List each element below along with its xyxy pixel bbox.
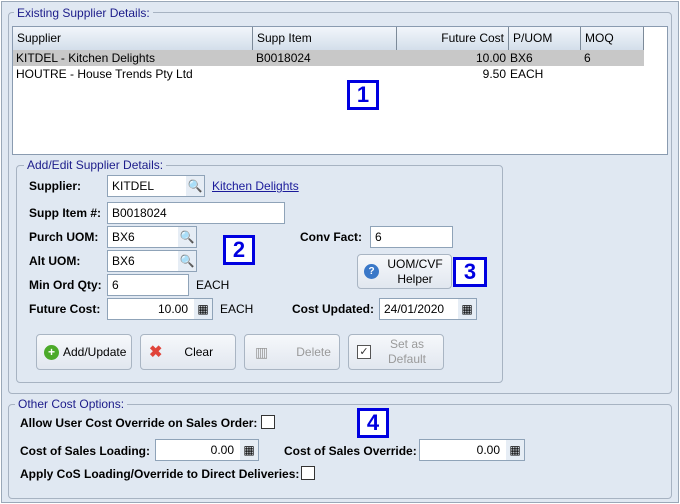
set-default-line-2: Default [387,352,427,366]
calendar-icon[interactable]: ▦ [458,299,476,319]
cell-supp-item [253,66,259,82]
red-x-icon: ✖ [149,344,163,361]
apply-cos-checkbox[interactable] [301,466,315,480]
search-icon[interactable]: 🔍 [178,251,196,271]
future-cost-unit: EACH [220,302,254,316]
helper-line-1: UOM/CVF [387,256,443,271]
existing-supplier-legend: Existing Supplier Details: [14,6,153,20]
purch-uom-label: Purch UOM: [29,230,99,244]
cost-updated-value: 24/01/2020 [384,302,445,316]
conv-fact-input[interactable]: 6 [370,226,453,248]
clear-button[interactable]: ✖ Clear [140,334,236,370]
cos-override-input[interactable]: 0.00 ▦ [419,439,525,461]
supplier-input[interactable]: KITDEL 🔍 [107,175,205,197]
column-header-puom[interactable]: P/UOM [509,27,581,50]
cell-moq [581,66,587,82]
cell-future-cost: 9.50 [482,67,506,81]
search-icon[interactable]: 🔍 [178,227,196,247]
allow-override-label: Allow User Cost Override on Sales Order: [20,416,258,430]
min-ord-qty-input[interactable]: 6 [107,274,189,296]
cell-puom: BX6 [510,51,533,65]
table-row[interactable]: HOUTRE - House Trends Pty Ltd 9.50 EACH [13,66,644,82]
annotation-badge-1: 1 [347,80,379,110]
other-cost-legend: Other Cost Options: [15,397,128,411]
cos-loading-label: Cost of Sales Loading: [20,444,151,458]
column-header-supp-item[interactable]: Supp Item [253,27,397,50]
add-edit-legend: Add/Edit Supplier Details: [24,158,167,172]
cos-override-value: 0.00 [476,443,500,457]
supp-item-input[interactable]: B0018024 [107,202,285,224]
cos-loading-value: 0.00 [210,443,234,457]
annotation-badge-4: 4 [357,408,389,438]
cell-moq: 6 [584,51,591,65]
cell-supplier: KITDEL - Kitchen Delights [16,51,155,65]
plus-icon: + [44,344,59,360]
checkbox-icon: ✓ [357,345,371,359]
add-update-label: Add/Update [63,345,127,359]
cell-future-cost: 10.00 [475,51,506,65]
set-default-line-1: Set as [389,337,425,351]
trash-icon: ▥ [255,343,269,360]
future-cost-label: Future Cost: [29,302,101,316]
alt-uom-input[interactable]: BX6 🔍 [107,250,197,272]
set-as-default-button[interactable]: ✓ Set as Default [348,334,444,370]
calculator-icon[interactable]: ▦ [194,299,212,319]
future-cost-value: 10.00 [157,302,188,316]
helper-line-2: Helper [397,271,433,286]
table-row[interactable]: KITDEL - Kitchen Delights B0018024 10.00… [13,50,644,66]
min-ord-unit: EACH [196,278,230,292]
cell-puom: EACH [510,67,544,81]
delete-button[interactable]: ▥ Delete [244,334,340,370]
column-header-future-cost[interactable]: Future Cost [397,27,509,50]
cos-loading-input[interactable]: 0.00 ▦ [155,439,259,461]
cos-override-label: Cost of Sales Override: [284,444,417,458]
annotation-badge-3: 3 [453,257,487,287]
alt-uom-label: Alt UOM: [29,254,81,268]
supp-item-label: Supp Item #: [29,206,102,220]
search-icon[interactable]: 🔍 [186,176,204,196]
cost-updated-label: Cost Updated: [292,302,374,316]
calculator-icon[interactable]: ▦ [506,440,524,460]
column-header-moq[interactable]: MOQ [581,27,644,50]
calculator-icon[interactable]: ▦ [240,440,258,460]
min-ord-qty-label: Min Ord Qty: [29,278,102,292]
uom-cvf-helper-button[interactable]: ? UOM/CVF Helper [357,254,452,289]
conv-fact-label: Conv Fact: [300,230,363,244]
supplier-label: Supplier: [29,179,82,193]
column-header-supplier[interactable]: Supplier [13,27,253,50]
clear-label: Clear [184,345,214,359]
supplier-name-link[interactable]: Kitchen Delights [212,179,299,193]
alt-uom-value: BX6 [112,254,135,268]
delete-label: Delete [296,345,331,359]
add-update-button[interactable]: + Add/Update [36,334,132,370]
help-icon: ? [364,264,379,279]
supplier-table[interactable]: Supplier Supp Item Future Cost P/UOM MOQ… [12,26,668,155]
supplier-value: KITDEL [112,179,155,193]
purch-uom-value: BX6 [112,230,135,244]
cost-updated-input[interactable]: 24/01/2020 ▦ [379,298,477,320]
allow-override-checkbox[interactable] [261,415,275,429]
future-cost-input[interactable]: 10.00 ▦ [107,298,213,320]
apply-cos-label: Apply CoS Loading/Override to Direct Del… [20,467,300,481]
cell-supplier: HOUTRE - House Trends Pty Ltd [16,67,193,81]
cell-supp-item: B0018024 [256,51,311,65]
annotation-badge-2: 2 [223,235,255,265]
purch-uom-input[interactable]: BX6 🔍 [107,226,197,248]
